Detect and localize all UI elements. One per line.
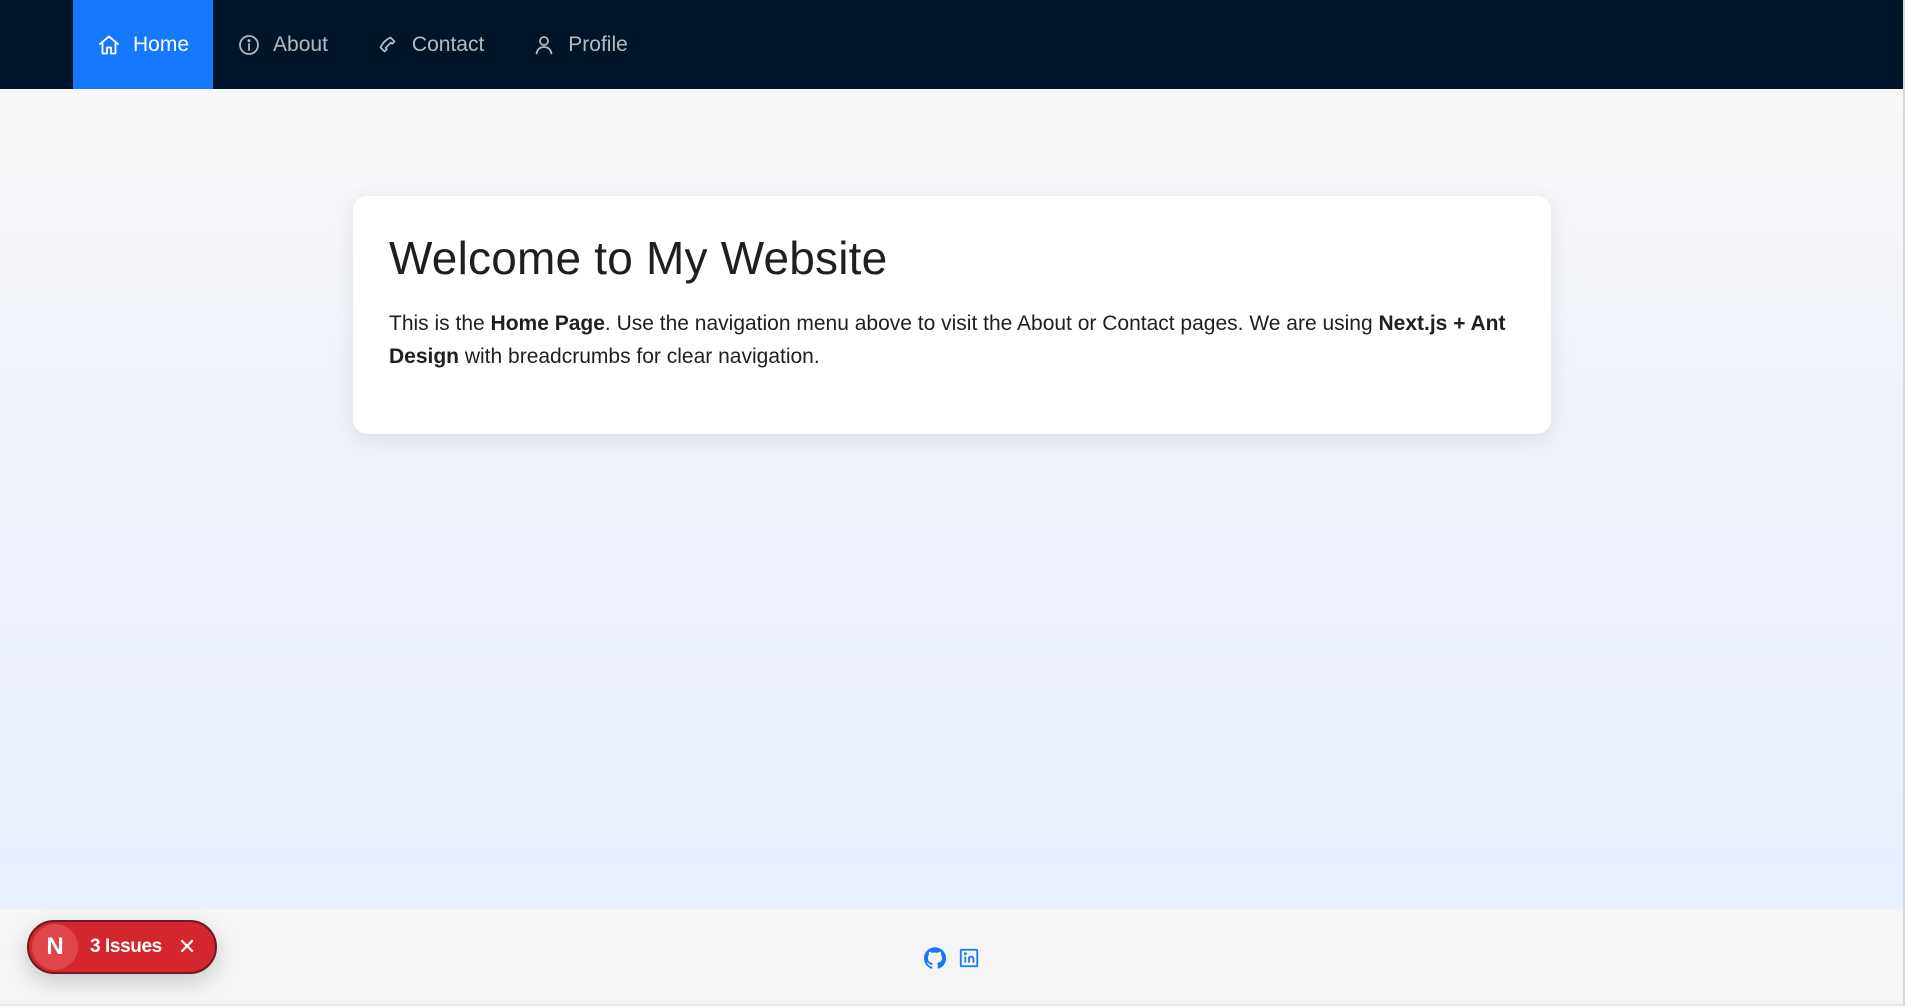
nav-item-label: About bbox=[273, 32, 328, 56]
welcome-text-part: with breadcrumbs for clear navigation. bbox=[459, 344, 820, 368]
home-icon bbox=[97, 33, 121, 57]
dev-issues-badge[interactable]: N 3 Issues ✕ bbox=[27, 920, 217, 974]
main-content: Welcome to My Website This is the Home P… bbox=[0, 89, 1903, 909]
linkedin-link[interactable] bbox=[957, 946, 981, 970]
browser-viewport: Home About Contact Profile Welcome to My… bbox=[0, 0, 1905, 1006]
nav-item-contact[interactable]: Contact bbox=[352, 0, 508, 89]
footer bbox=[0, 909, 1903, 1004]
top-navigation-bar: Home About Contact Profile bbox=[0, 0, 1903, 89]
home-page-emphasis: Home Page bbox=[490, 311, 605, 335]
github-link[interactable] bbox=[923, 946, 947, 970]
nextjs-logo-icon: N bbox=[32, 924, 78, 970]
nav-item-home[interactable]: Home bbox=[73, 0, 214, 89]
nav-item-label: Profile bbox=[568, 32, 628, 56]
nav-item-profile[interactable]: Profile bbox=[508, 0, 652, 89]
welcome-text: This is the Home Page. Use the navigatio… bbox=[389, 307, 1515, 373]
welcome-text-part: This is the bbox=[389, 311, 491, 335]
welcome-card: Welcome to My Website This is the Home P… bbox=[353, 196, 1551, 434]
phone-icon bbox=[376, 33, 400, 57]
nav-item-label: Contact bbox=[411, 32, 485, 56]
issues-count[interactable]: 3 Issues bbox=[90, 936, 162, 958]
welcome-text-part: . Use the navigation menu above to visit… bbox=[604, 311, 1379, 335]
github-icon bbox=[923, 946, 946, 969]
nav-item-label: Home bbox=[133, 32, 190, 56]
info-circle-icon bbox=[237, 33, 261, 57]
close-icon[interactable]: ✕ bbox=[178, 936, 196, 958]
user-icon bbox=[532, 33, 556, 57]
page-title: Welcome to My Website bbox=[389, 232, 888, 284]
linkedin-icon bbox=[958, 947, 980, 969]
nav-item-about[interactable]: About bbox=[213, 0, 352, 89]
